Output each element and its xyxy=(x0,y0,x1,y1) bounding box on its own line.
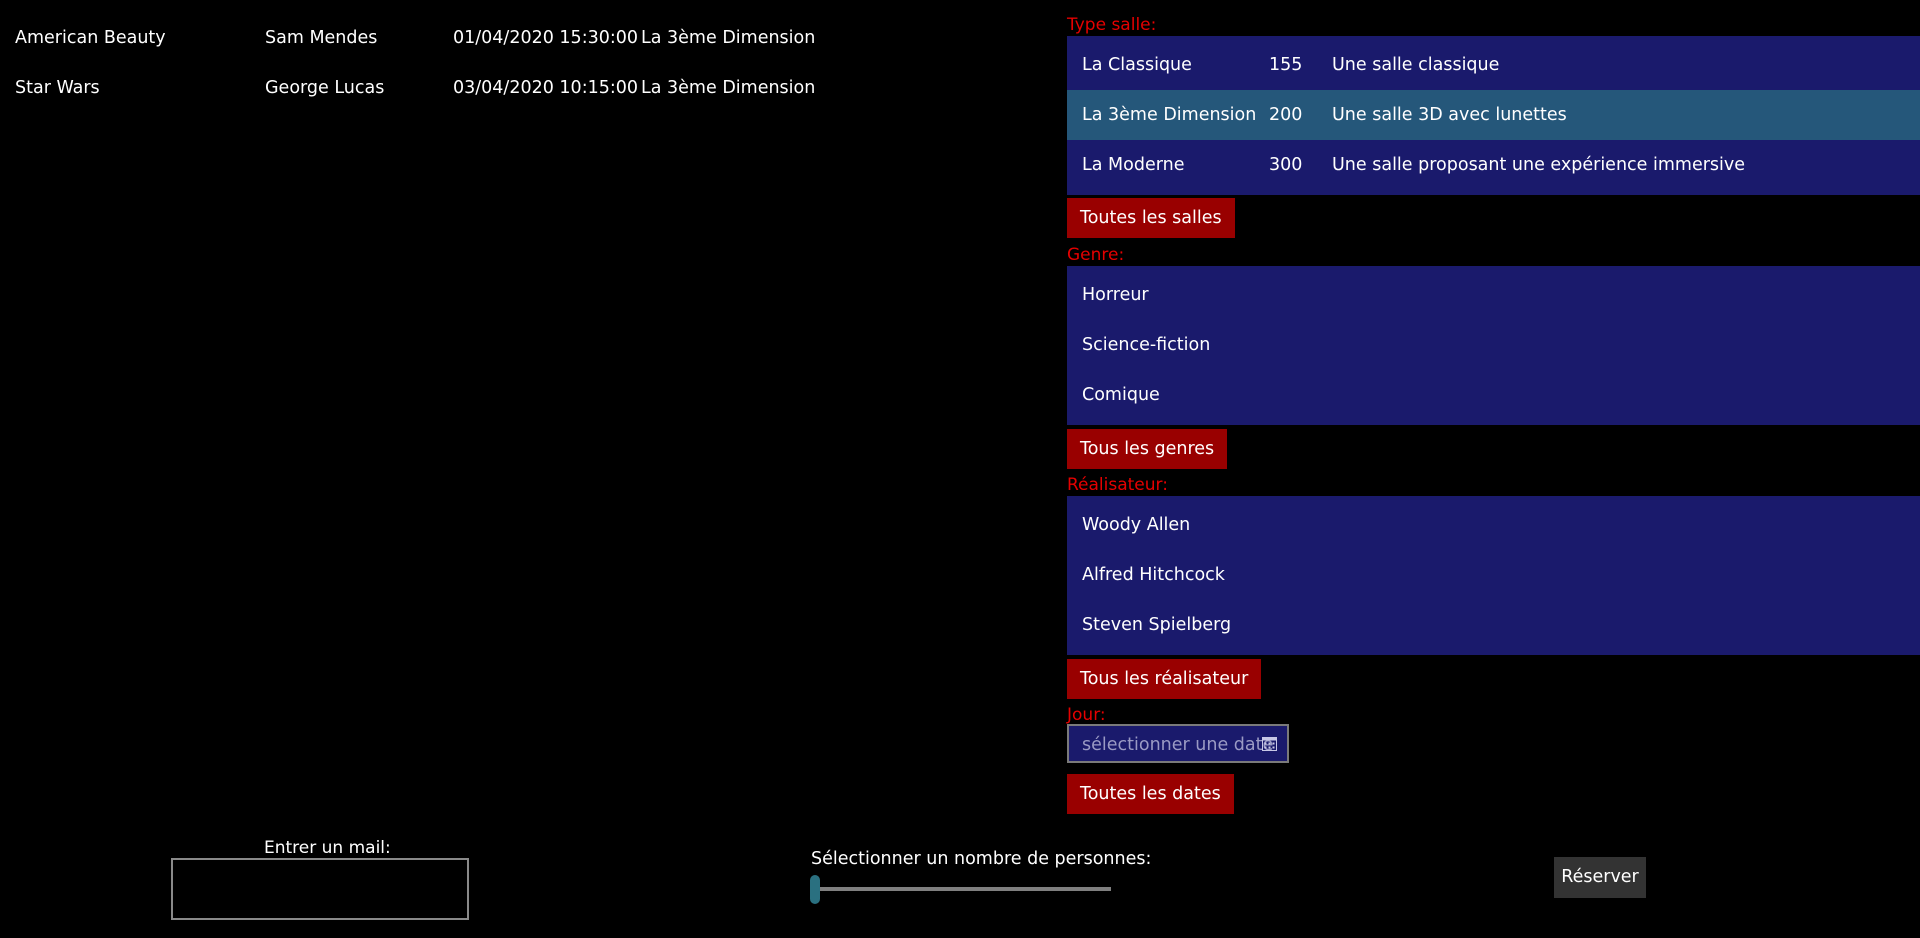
room-type-list: La Classique 155 Une salle classique La … xyxy=(1067,36,1920,195)
room-capacity: 200 xyxy=(1269,105,1303,125)
room-description: Une salle classique xyxy=(1332,55,1500,75)
session-datetime: 03/04/2020 10:15:00 xyxy=(453,78,639,98)
all-directors-button[interactable]: Tous les réalisateur xyxy=(1067,659,1262,699)
room-description: Une salle 3D avec lunettes xyxy=(1332,105,1567,125)
people-slider-track[interactable] xyxy=(811,887,1111,891)
room-row[interactable]: La Moderne 300 Une salle proposant une e… xyxy=(1067,140,1920,190)
room-name: La 3ème Dimension xyxy=(1082,105,1257,125)
email-field[interactable] xyxy=(171,858,469,920)
date-placeholder: sélectionner une date xyxy=(1082,735,1274,755)
room-row[interactable]: La Classique 155 Une salle classique xyxy=(1067,40,1920,90)
room-name: La Moderne xyxy=(1082,155,1185,175)
director-item[interactable]: Steven Spielberg xyxy=(1067,600,1920,650)
date-picker[interactable]: sélectionner une date xyxy=(1067,724,1289,763)
genre-name: Comique xyxy=(1082,385,1160,405)
session-room: La 3ème Dimension xyxy=(641,28,816,48)
director-name: Woody Allen xyxy=(1082,515,1191,535)
director-item[interactable]: Woody Allen xyxy=(1067,500,1920,550)
session-title: American Beauty xyxy=(15,28,166,48)
room-row-selected[interactable]: La 3ème Dimension 200 Une salle 3D avec … xyxy=(1067,90,1920,140)
genre-item[interactable]: Science-fiction xyxy=(1067,320,1920,370)
room-name: La Classique xyxy=(1082,55,1192,75)
all-dates-button[interactable]: Toutes les dates xyxy=(1067,774,1234,814)
mail-label: Entrer un mail: xyxy=(264,838,391,858)
director-name: Steven Spielberg xyxy=(1082,615,1232,635)
session-director: Sam Mendes xyxy=(265,28,378,48)
session-datetime: 01/04/2020 15:30:00 xyxy=(453,28,639,48)
genre-name: Horreur xyxy=(1082,285,1149,305)
room-capacity: 155 xyxy=(1269,55,1303,75)
room-capacity: 300 xyxy=(1269,155,1303,175)
calendar-icon xyxy=(1262,737,1277,751)
app-window: American Beauty Sam Mendes 01/04/2020 15… xyxy=(0,0,1920,938)
session-row[interactable]: Star Wars George Lucas 03/04/2020 10:15:… xyxy=(15,68,1055,118)
room-description: Une salle proposant une expérience immer… xyxy=(1332,155,1746,175)
director-name: Alfred Hitchcock xyxy=(1082,565,1225,585)
genre-item[interactable]: Comique xyxy=(1067,370,1920,420)
director-label: Réalisateur: xyxy=(1067,475,1168,495)
director-item[interactable]: Alfred Hitchcock xyxy=(1067,550,1920,600)
day-label: Jour: xyxy=(1067,705,1106,725)
people-count-label: Sélectionner un nombre de personnes: xyxy=(811,849,1152,869)
session-director: George Lucas xyxy=(265,78,385,98)
all-genres-button[interactable]: Tous les genres xyxy=(1067,429,1228,469)
genre-name: Science-fiction xyxy=(1082,335,1211,355)
all-rooms-button[interactable]: Toutes les salles xyxy=(1067,198,1235,238)
genre-list: Horreur Science-fiction Comique xyxy=(1067,266,1920,425)
session-title: Star Wars xyxy=(15,78,100,98)
session-room: La 3ème Dimension xyxy=(641,78,816,98)
reserve-button[interactable]: Réserver xyxy=(1554,857,1646,898)
director-list: Woody Allen Alfred Hitchcock Steven Spie… xyxy=(1067,496,1920,655)
people-slider-thumb[interactable] xyxy=(810,875,820,904)
room-type-label: Type salle: xyxy=(1067,15,1157,35)
genre-item[interactable]: Horreur xyxy=(1067,270,1920,320)
session-row[interactable]: American Beauty Sam Mendes 01/04/2020 15… xyxy=(15,18,1055,68)
genre-label: Genre: xyxy=(1067,245,1125,265)
session-list: American Beauty Sam Mendes 01/04/2020 15… xyxy=(15,18,1055,118)
